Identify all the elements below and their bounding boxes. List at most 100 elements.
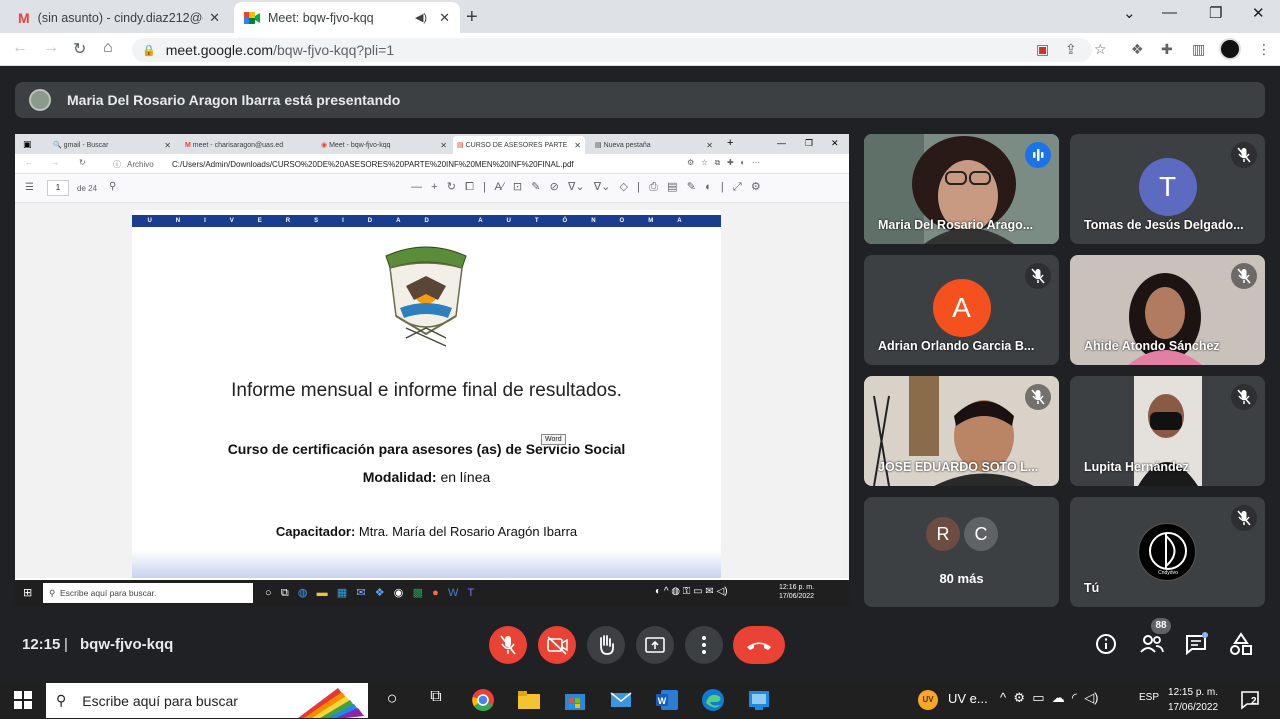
speaker-icon[interactable]: ◀) <box>415 11 427 24</box>
task-view-icon[interactable]: ⧉ <box>424 688 448 712</box>
info-icon: ⓘ <box>113 160 121 169</box>
participant-tile-self[interactable]: Cndydvo Tú <box>1070 497 1265 607</box>
speaking-indicator-icon <box>1025 142 1051 168</box>
participant-avatar: A <box>932 279 991 337</box>
address-bar[interactable]: 🔒 meet.google.com/bqw-fjvo-kqq?pli=1 <box>132 38 1092 62</box>
people-button[interactable] <box>1139 632 1165 656</box>
language-indicator[interactable]: ESP <box>1139 692 1159 703</box>
shared-new-tab-icon: + <box>727 137 734 149</box>
meeting-separator: | <box>64 636 68 653</box>
close-window-button[interactable]: ✕ <box>1252 4 1265 22</box>
tab-title: (sin asunto) - cindy.diaz212@gm <box>37 10 204 25</box>
camera-toggle-button[interactable] <box>538 626 576 664</box>
more-options-button[interactable] <box>685 626 723 664</box>
mic-toggle-button[interactable] <box>489 626 527 664</box>
participant-tile-tomas[interactable]: T Tomas de Jesús Delgado... <box>1070 134 1265 244</box>
shared-taskbar-search: ⚲ Escribe aquí para buscar. <box>43 583 253 603</box>
windows-start-icon[interactable] <box>14 691 32 709</box>
participant-tile-adrian[interactable]: A Adrian Orlando Garcia B... <box>864 255 1059 365</box>
shared-tab-strip: ▣ 🔍 gmail - Buscar ✕ M meet - charisarago… <box>15 134 849 154</box>
side-panel-icon[interactable]: ▥ <box>1192 41 1205 58</box>
taskbar-datetime[interactable]: 12:15 p. m. 17/06/2022 <box>1168 685 1218 715</box>
shared-close-icon: ✕ <box>831 138 839 148</box>
pdf-modality-label: Modalidad: <box>362 469 437 485</box>
remote-app-icon[interactable] <box>747 688 771 712</box>
extensions-icon[interactable]: ✚ <box>1161 41 1173 58</box>
gmail-icon: M <box>18 9 30 26</box>
pdf-trainer-label: Capacitador: <box>275 524 356 539</box>
store-icon[interactable] <box>563 688 587 712</box>
close-icon[interactable]: ✕ <box>209 10 220 26</box>
tab-gmail[interactable]: M (sin asunto) - cindy.diaz212@gm ✕ <box>8 2 230 33</box>
participant-tile-more[interactable]: R C 80 más <box>864 497 1059 607</box>
shared-tab: M meet - charisaragon@uas.ed <box>185 141 284 149</box>
shared-taskbar-apps: ○ ⧉ ◍ ▬ ▦ ✉ ❖ ◉ ▩ ● W T <box>265 587 475 599</box>
back-button[interactable]: ← <box>12 39 28 57</box>
share-icon[interactable]: ⇪ <box>1065 41 1077 58</box>
participant-tile-jose[interactable]: JOSE EDUARDO SOTO L... <box>864 376 1059 486</box>
cortana-icon[interactable]: ○ <box>380 688 404 712</box>
shared-tray-icons: ◐ ^ ◍ ⚿ ▭ ✉ ◁) <box>655 586 728 597</box>
chat-button[interactable] <box>1184 632 1208 656</box>
end-call-button[interactable] <box>733 626 785 664</box>
taskbar-date: 17/06/2022 <box>1168 702 1219 713</box>
participant-tile-lupita[interactable]: Lupita Hernández <box>1070 376 1265 486</box>
edge-icon[interactable] <box>701 688 725 712</box>
notifications-button[interactable]: 2 <box>1240 690 1262 710</box>
tray-app-label[interactable]: UV e... <box>948 691 988 706</box>
menu-icon[interactable]: ⋮ <box>1257 41 1271 58</box>
uv-app-icon[interactable]: UV <box>918 690 938 710</box>
pride-flag-decoration <box>298 684 368 718</box>
mic-off-icon <box>1025 384 1051 410</box>
activities-button[interactable] <box>1229 632 1253 656</box>
camera-blocked-icon[interactable]: ▣ <box>1036 41 1049 58</box>
home-button[interactable]: ⌂ <box>103 39 113 57</box>
new-tab-button[interactable]: + <box>466 6 478 29</box>
shared-time: 12:16 p. m. <box>779 584 815 591</box>
participant-name: Lupita Hernández <box>1084 460 1189 474</box>
mail-icon[interactable] <box>609 688 633 712</box>
pdf-university-banner: UNIVERSIDAD AUTÓNOMA DE SINALOA <box>132 215 721 236</box>
participant-tile-ahide[interactable]: Ahide Atondo Sánchez <box>1070 255 1265 365</box>
file-explorer-icon[interactable] <box>517 688 541 712</box>
mic-off-icon <box>1231 263 1257 289</box>
shared-address-bar: ← → ↻ ⓘ Archivo C:/Users/Admin/Downloads… <box>15 154 849 174</box>
word-tooltip: Word <box>541 434 566 445</box>
search-icon: ⚲ <box>56 692 67 708</box>
shared-date: 17/06/2022 <box>779 593 815 600</box>
mic-off-icon <box>1231 505 1257 531</box>
participant-tile-maria[interactable]: Maria Del Rosario Arago... <box>864 134 1059 244</box>
tab-meet[interactable]: Meet: bqw-fjvo-kqq ◀) ✕ <box>234 2 460 33</box>
forward-button[interactable]: → <box>43 39 59 57</box>
dropbox-icon[interactable]: ❖ <box>1131 41 1144 58</box>
profile-avatar[interactable] <box>1219 38 1241 60</box>
bookmark-star-icon[interactable]: ☆ <box>1094 41 1107 58</box>
restore-button[interactable]: ❐ <box>1209 4 1222 22</box>
pdf-scrollbar <box>841 204 849 578</box>
present-screen-button[interactable] <box>636 626 674 664</box>
camera-off-icon <box>547 636 568 655</box>
mic-off-icon <box>500 635 516 655</box>
tray-icons[interactable]: ^ ⚙ ▭ ☁ ◜ ◁) <box>1000 690 1099 706</box>
pdf-course: Curso de certificación para asesores (as… <box>227 441 626 457</box>
chrome-icon[interactable] <box>471 688 495 712</box>
raise-hand-button[interactable] <box>587 626 625 664</box>
reload-button[interactable]: ↻ <box>73 39 86 59</box>
url-host: meet.google.com <box>165 42 274 58</box>
shared-tab-active: ▤ CURSO DE ASESORES PARTE ✕ <box>453 136 585 154</box>
shared-screen: ▣ 🔍 gmail - Buscar ✕ M meet - charisarago… <box>15 134 849 606</box>
close-icon[interactable]: ✕ <box>439 10 450 26</box>
pdf-toolbar: ☰ 1 de 24 ⚲ — + ↻ ⧠ | A⁄ ⊡ ✎ ⊘ ∇⌄ ∇⌄ ◇ |… <box>15 175 849 203</box>
sidebar-toggle-icon: ☰ <box>25 182 34 193</box>
meeting-details-button[interactable] <box>1094 632 1118 656</box>
self-logo-text: Cndydvo <box>1158 570 1178 576</box>
tab-search-icon[interactable]: ⌄ <box>1123 4 1136 22</box>
meeting-code: bqw-fjvo-kqq <box>80 636 174 653</box>
shared-tab-title: meet - charisaragon@uas.ed <box>192 141 284 149</box>
minimize-button[interactable]: — <box>1162 4 1177 21</box>
pdf-trainer-value: Mtra. María del Rosario Aragón Ibarra <box>355 524 578 539</box>
present-icon <box>645 637 665 653</box>
word-icon[interactable]: W <box>655 688 679 712</box>
more-participants-label: 80 más <box>939 571 984 586</box>
pdf-trainer: Capacitador: Mtra. María del Rosario Ara… <box>132 524 721 539</box>
